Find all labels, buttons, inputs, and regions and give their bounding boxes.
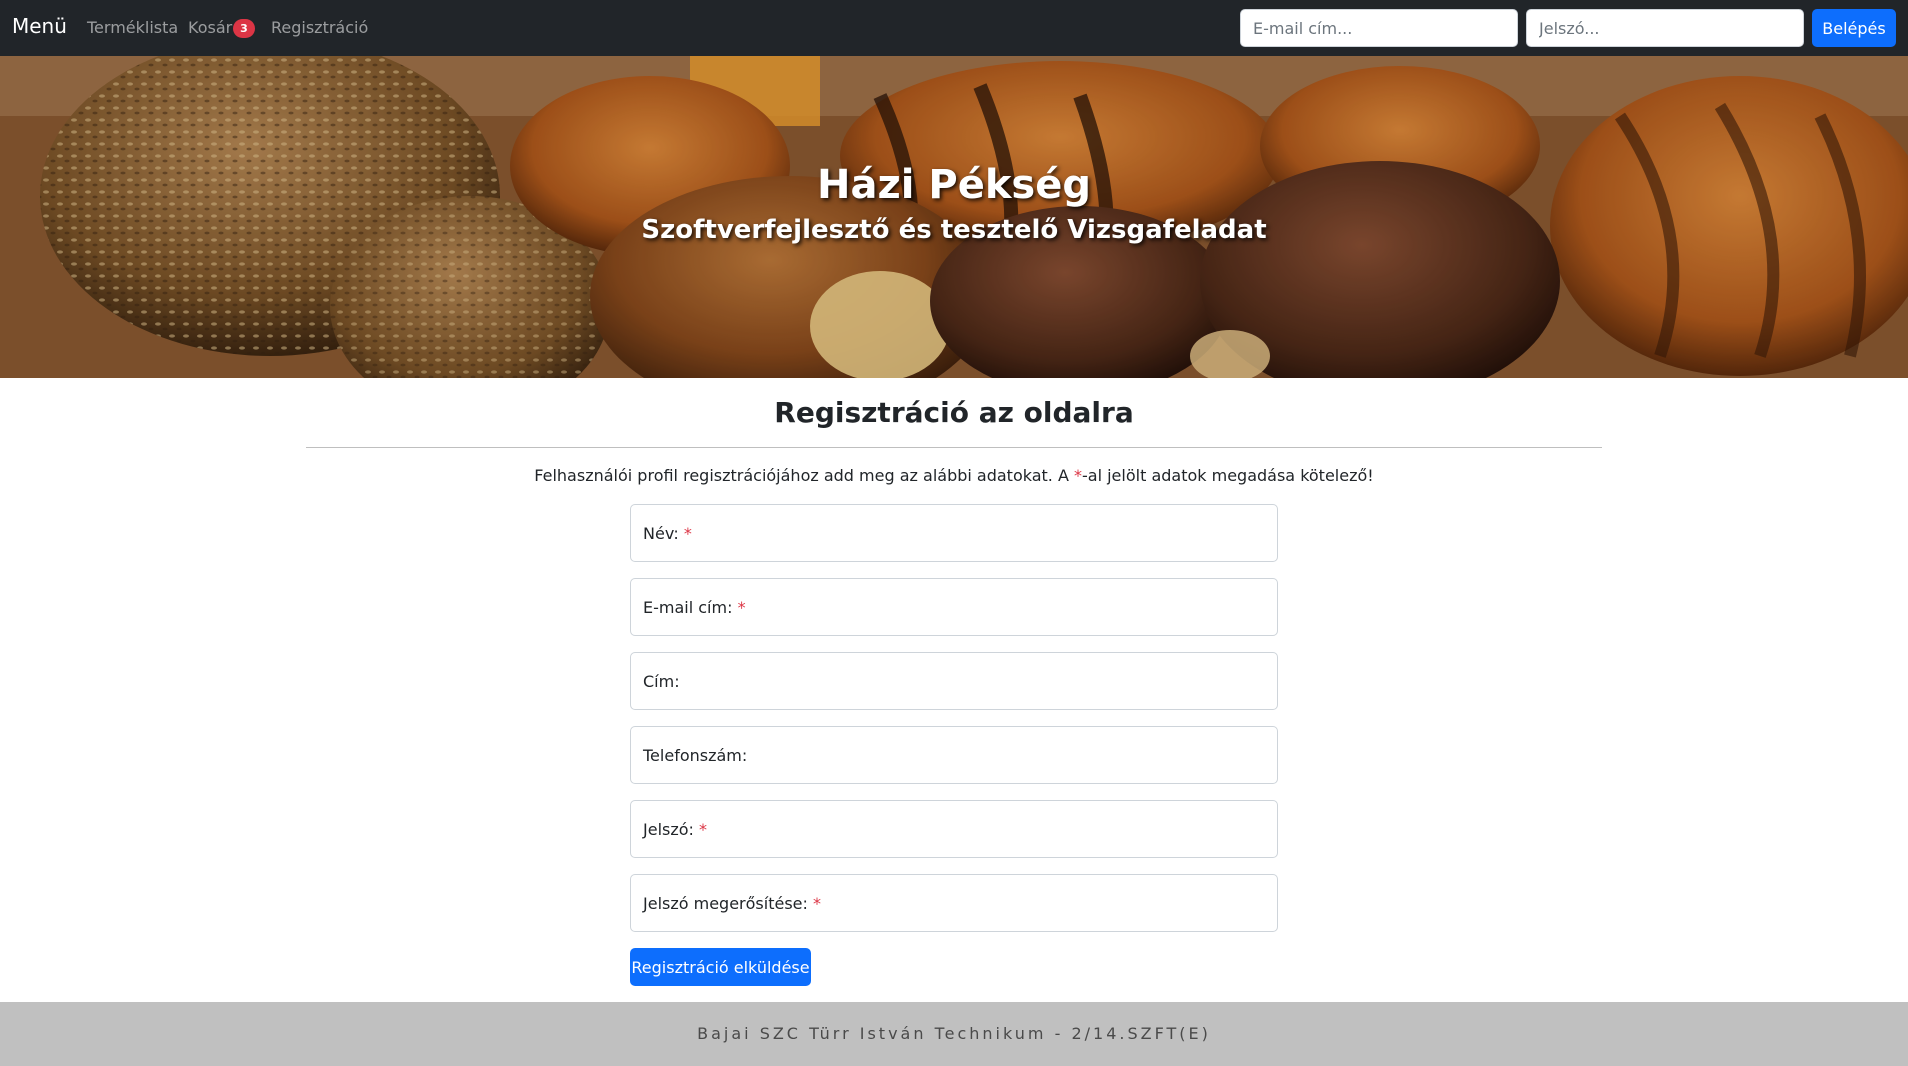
nav-link-registration[interactable]: Regisztráció: [271, 18, 368, 37]
password-field[interactable]: Jelszó: *: [630, 800, 1278, 858]
submit-registration-button[interactable]: Regisztráció elküldése: [630, 948, 811, 986]
cart-count-badge: 3: [233, 19, 255, 38]
required-star: *: [683, 524, 692, 543]
password-label-text: Jelszó:: [643, 820, 694, 839]
login-email-input[interactable]: [1240, 9, 1518, 47]
hero-title: Házi Pékség: [816, 162, 1091, 208]
required-star: *: [812, 894, 821, 913]
required-star: *: [699, 820, 708, 839]
page-footer: Bajai SZC Türr István Technikum - 2/14.S…: [0, 1002, 1908, 1066]
required-star: *: [1074, 466, 1082, 485]
nav-link-products[interactable]: Terméklista: [87, 18, 178, 37]
nav-link-cart[interactable]: Kosár: [188, 18, 232, 37]
email-label-text: E-mail cím:: [643, 598, 733, 617]
password-confirm-label-text: Jelszó megerősítése:: [643, 894, 808, 913]
password-confirm-field-label: Jelszó megerősítése: *: [643, 894, 821, 913]
address-field[interactable]: Cím:: [630, 652, 1278, 710]
phone-field-label: Telefonszám:: [643, 746, 747, 765]
page-title: Regisztráció az oldalra: [774, 396, 1134, 429]
hero-banner: Házi Pékség Szoftverfejlesztő és tesztel…: [0, 56, 1908, 378]
phone-label-text: Telefonszám:: [643, 746, 748, 765]
address-field-label: Cím:: [643, 672, 680, 691]
heading-divider: [306, 447, 1602, 448]
hero-subtitle: Szoftverfejlesztő és tesztelő Vizsgafela…: [641, 215, 1267, 245]
navbar-brand[interactable]: Menü: [12, 14, 67, 38]
login-button[interactable]: Belépés: [1812, 9, 1896, 47]
login-password-input[interactable]: [1526, 9, 1804, 47]
intro-text-before: Felhasználói profil regisztrációjához ad…: [534, 466, 1074, 485]
address-label-text: Cím:: [643, 672, 680, 691]
name-field-label: Név: *: [643, 524, 692, 543]
intro-text-after: -al jelölt adatok megadása kötelező!: [1082, 466, 1374, 485]
phone-field[interactable]: Telefonszám:: [630, 726, 1278, 784]
name-field[interactable]: Név: *: [630, 504, 1278, 562]
name-label-text: Név:: [643, 524, 679, 543]
password-confirm-field[interactable]: Jelszó megerősítése: *: [630, 874, 1278, 932]
required-star: *: [737, 598, 746, 617]
email-field-label: E-mail cím: *: [643, 598, 746, 617]
intro-text: Felhasználói profil regisztrációjához ad…: [0, 466, 1908, 485]
footer-text: Bajai SZC Türr István Technikum - 2/14.S…: [697, 1024, 1211, 1043]
top-navbar: Menü Terméklista Kosár 3 Regisztráció Be…: [0, 0, 1908, 56]
password-field-label: Jelszó: *: [643, 820, 707, 839]
email-field[interactable]: E-mail cím: *: [630, 578, 1278, 636]
